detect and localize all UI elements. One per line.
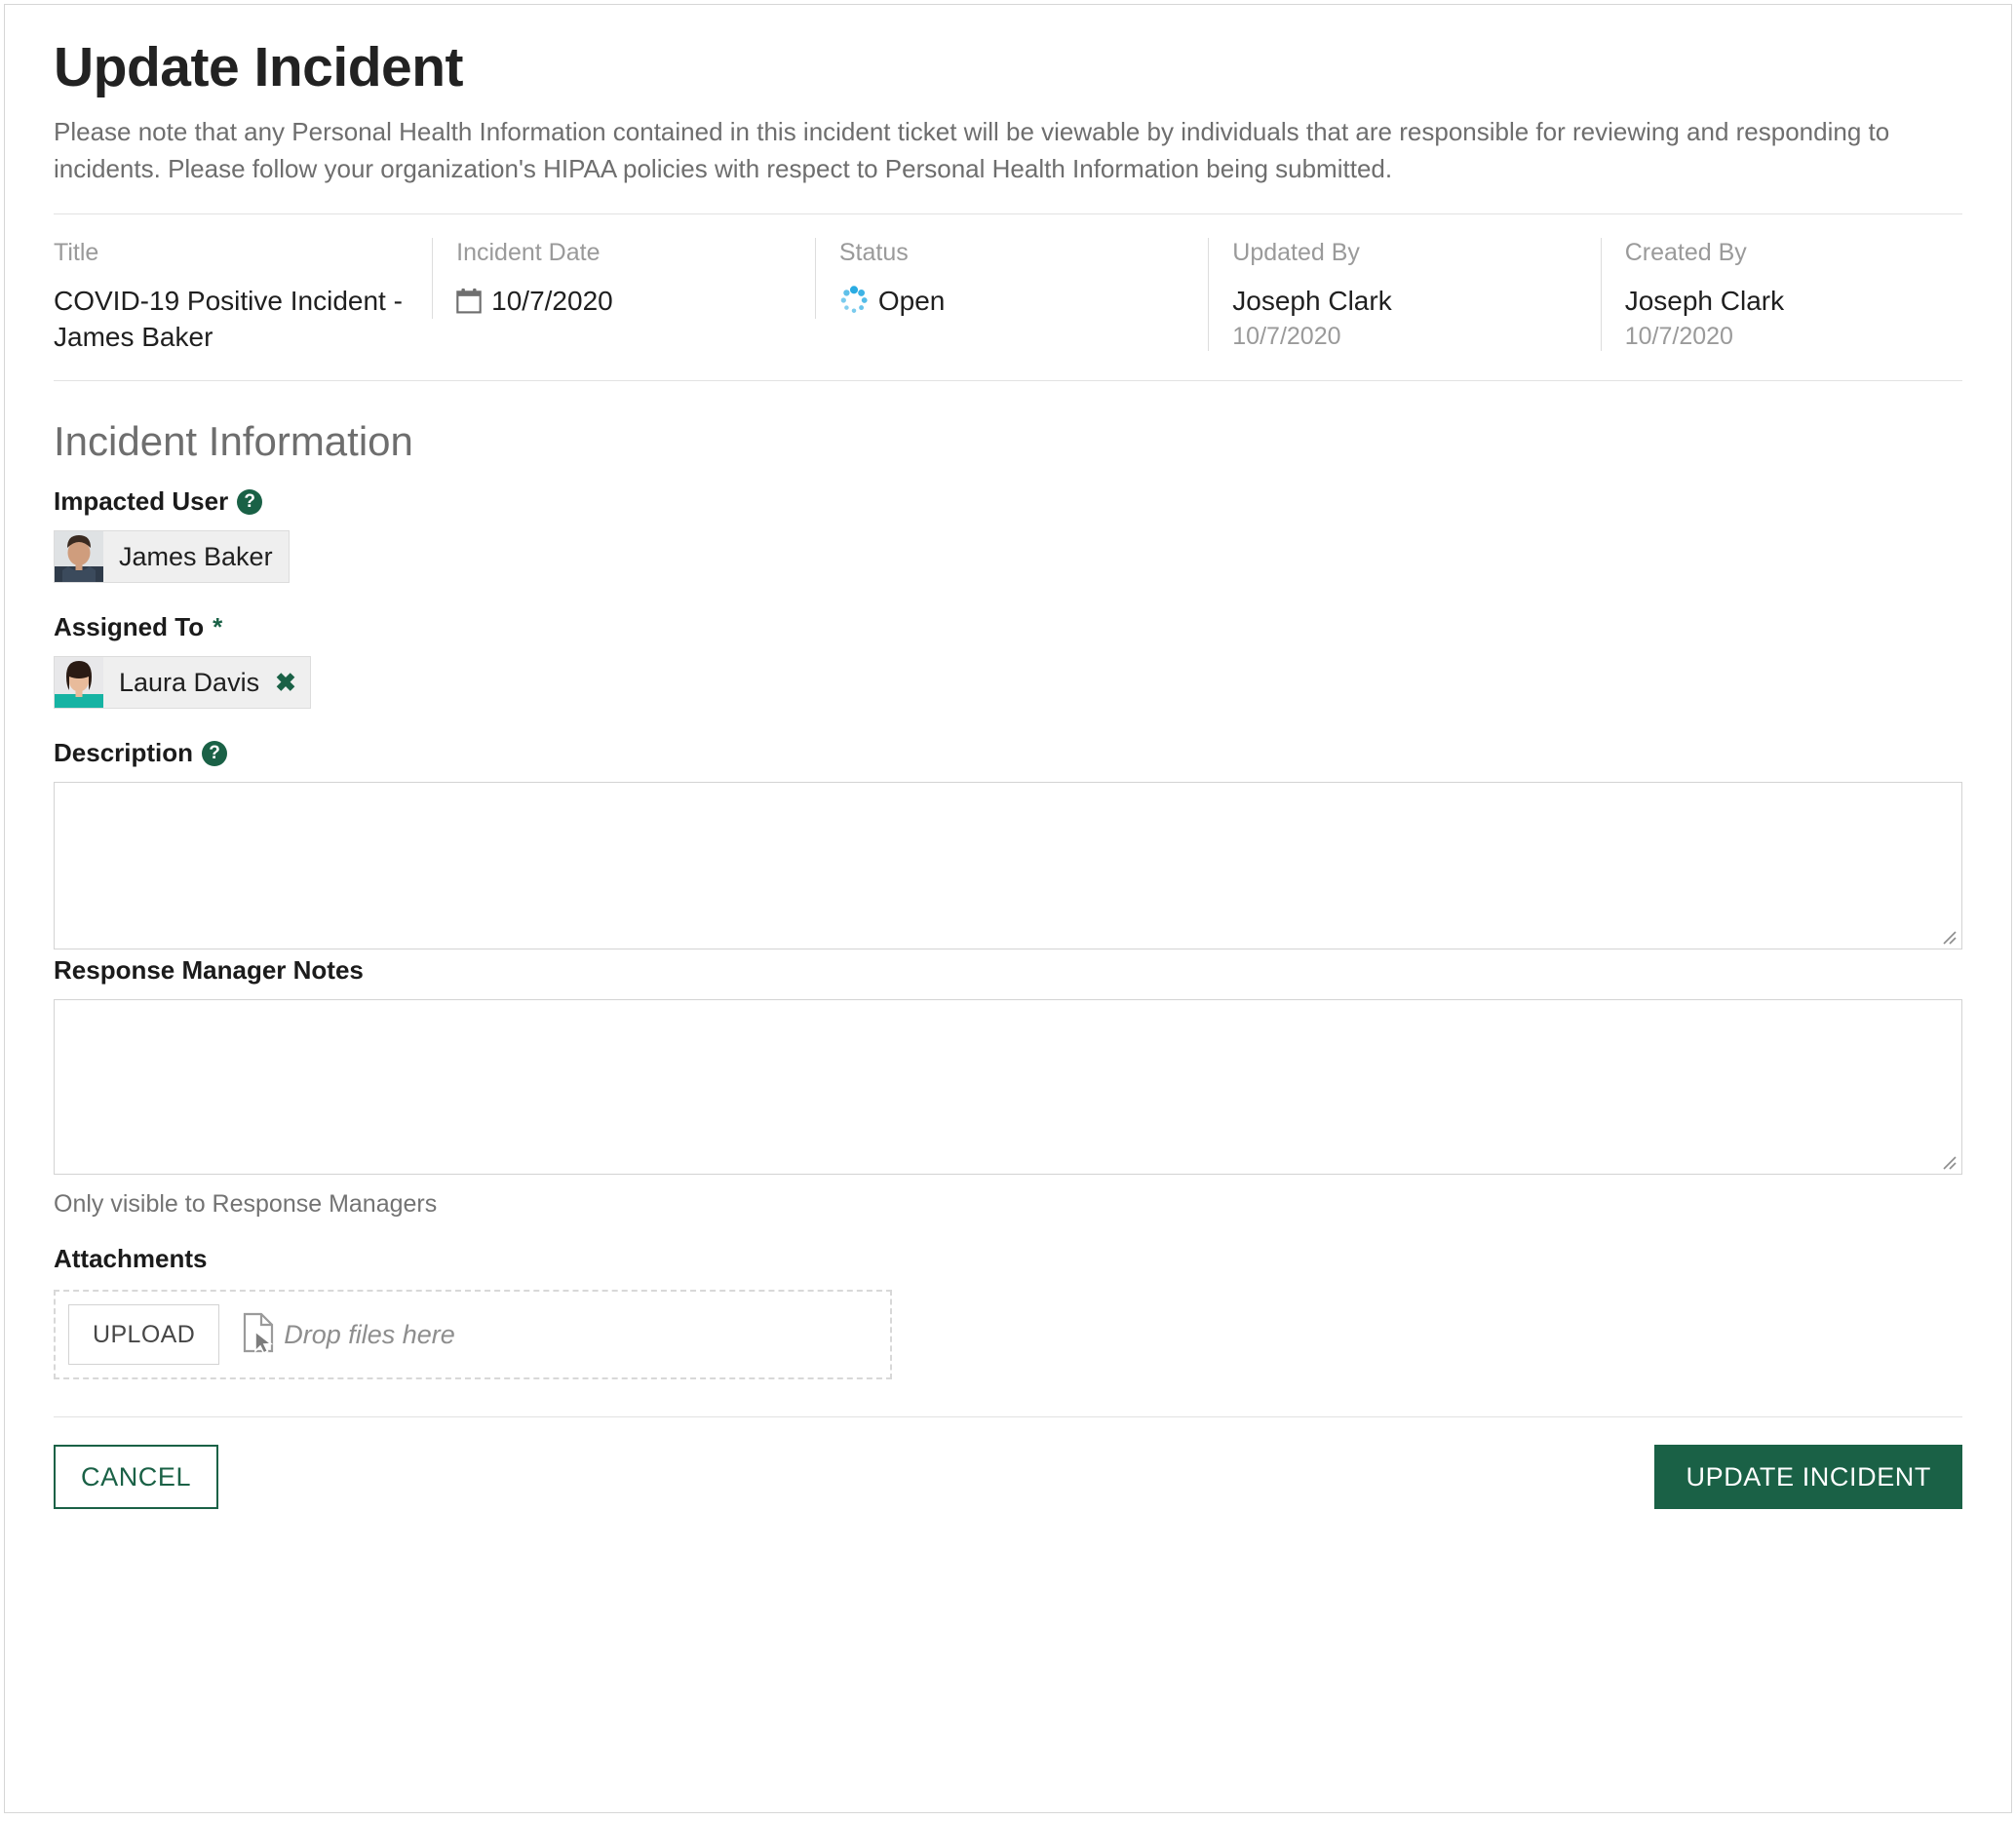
meta-divider (54, 380, 1962, 382)
attachments-label-text: Attachments (54, 1244, 208, 1274)
meta-updated-by-label: Updated By (1232, 238, 1360, 266)
calendar-icon (456, 288, 482, 314)
file-cursor-icon (219, 1312, 284, 1358)
meta-updated-by-date: 10/7/2020 (1232, 323, 1341, 351)
meta-incident-date-value: 10/7/2020 (491, 285, 613, 316)
help-icon[interactable]: ? (202, 740, 228, 766)
meta-created-by-label: Created By (1624, 238, 1747, 266)
attachments-label: Attachments (54, 1244, 1962, 1274)
meta-status-label: Status (838, 238, 909, 266)
drop-files-text: Drop files here (284, 1319, 455, 1349)
incident-meta-row: Title COVID-19 Positive Incident - James… (54, 214, 1962, 380)
assigned-to-chip[interactable]: Laura Davis ✖ (54, 656, 311, 710)
meta-created-by-date: 10/7/2020 (1624, 323, 1733, 351)
chip-name: Laura Davis (119, 667, 260, 697)
required-marker: * (213, 612, 223, 642)
description-textarea[interactable] (54, 782, 1962, 950)
meta-incident-date-label: Incident Date (456, 238, 601, 266)
impacted-user-label-text: Impacted User (54, 486, 229, 517)
meta-updated-by: Updated By Joseph Clark 10/7/2020 (1208, 237, 1600, 352)
page-description: Please note that any Personal Health Inf… (54, 117, 1890, 184)
close-icon[interactable]: ✖ (275, 657, 310, 708)
meta-status-value: Open (877, 285, 946, 316)
upload-button[interactable]: UPLOAD (68, 1304, 220, 1366)
help-icon[interactable]: ? (237, 488, 263, 515)
response-manager-notes-label: Response Manager Notes (54, 955, 1962, 986)
description-label: Description ? (54, 738, 1962, 768)
meta-created-by: Created By Joseph Clark 10/7/2020 (1600, 237, 1962, 352)
page-title: Update Incident (54, 36, 464, 98)
assigned-to-label: Assigned To * (54, 612, 1962, 642)
response-manager-notes-helper: Only visible to Response Managers (54, 1190, 438, 1219)
meta-status: Status Open (814, 237, 1208, 320)
avatar (55, 657, 103, 709)
impacted-user-label: Impacted User ? (54, 486, 1962, 517)
attachments-dropzone[interactable]: UPLOAD Drop files here (54, 1290, 892, 1380)
meta-created-by-value: Joseph Clark (1624, 285, 1785, 316)
footer-actions: CANCEL UPDATE INCIDENT (54, 1417, 1962, 1510)
meta-incident-date: Incident Date 10/7/2020 (432, 237, 815, 320)
chip-name: James Baker (119, 541, 273, 571)
meta-title-value: COVID-19 Positive Incident - James Baker (54, 285, 403, 353)
response-manager-notes-label-text: Response Manager Notes (54, 955, 364, 986)
meta-title: Title COVID-19 Positive Incident - James… (54, 238, 432, 355)
resize-handle-icon[interactable] (1941, 929, 1958, 947)
description-label-text: Description (54, 738, 194, 768)
meta-title-label: Title (54, 238, 99, 266)
impacted-user-chip[interactable]: James Baker (54, 530, 290, 584)
meta-updated-by-value: Joseph Clark (1232, 285, 1392, 316)
update-incident-button[interactable]: UPDATE INCIDENT (1654, 1445, 1962, 1510)
section-title-incident-information: Incident Information (54, 418, 413, 465)
spinner-icon (839, 286, 869, 315)
avatar (55, 531, 103, 583)
response-manager-notes-textarea[interactable] (54, 999, 1962, 1176)
assigned-to-label-text: Assigned To (54, 612, 205, 642)
resize-handle-icon[interactable] (1941, 1154, 1958, 1172)
update-incident-card: Update Incident Please note that any Per… (4, 4, 2012, 1813)
cancel-button[interactable]: CANCEL (54, 1445, 219, 1510)
